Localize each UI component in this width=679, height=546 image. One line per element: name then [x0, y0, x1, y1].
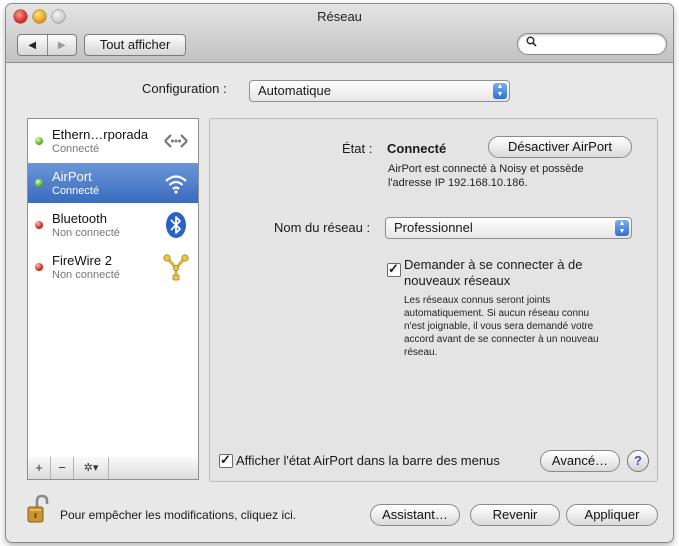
- configuration-value: Automatique: [258, 83, 331, 98]
- service-item-bluetooth[interactable]: Bluetooth Non connecté: [28, 205, 198, 245]
- forward-button[interactable]: ▶: [46, 35, 77, 55]
- disable-airport-button[interactable]: Désactiver AirPort: [488, 136, 632, 158]
- forward-arrow-icon: ▶: [57, 39, 66, 51]
- assistant-button[interactable]: Assistant…: [370, 504, 460, 526]
- network-name-value: Professionnel: [394, 220, 473, 235]
- service-status: Non connecté: [52, 227, 120, 239]
- service-item-ethernet[interactable]: Ethern…rporada Connecté: [28, 121, 198, 161]
- checkmark-icon: ✓: [220, 452, 231, 467]
- bluetooth-icon: [166, 212, 186, 238]
- window-title: Réseau: [317, 9, 362, 24]
- service-status: Connecté: [52, 185, 100, 197]
- status-dot-connected: [35, 137, 43, 145]
- service-name: FireWire 2: [52, 253, 112, 268]
- ask-join-checkbox[interactable]: ✓: [387, 261, 401, 277]
- help-button[interactable]: ?: [627, 450, 649, 472]
- action-gear-button[interactable]: ✲▾: [74, 457, 109, 479]
- show-menu-status-checkbox[interactable]: ✓: [219, 452, 233, 468]
- service-name: Ethern…rporada: [52, 127, 149, 142]
- network-preferences-window: Réseau ◀ ▶ Tout afficher Configuration :…: [6, 4, 673, 542]
- configuration-popup[interactable]: Automatique ▲ ▼: [249, 80, 510, 102]
- status-value: Connecté: [387, 141, 447, 156]
- popup-arrows-icon: ▲ ▼: [615, 220, 629, 236]
- configuration-label: Configuration :: [142, 81, 227, 96]
- service-name: Bluetooth: [52, 211, 107, 226]
- status-dot-connected: [35, 179, 43, 187]
- back-forward-control: ◀ ▶: [17, 34, 77, 56]
- service-list: Ethern…rporada Connecté AirPort Connecté…: [27, 118, 199, 458]
- revert-button[interactable]: Revenir: [470, 504, 560, 526]
- service-item-airport[interactable]: AirPort Connecté: [28, 163, 198, 203]
- title-bar: Réseau ◀ ▶ Tout afficher: [6, 4, 673, 63]
- show-menu-status-label[interactable]: Afficher l'état AirPort dans la barre de…: [236, 453, 500, 468]
- search-input[interactable]: [540, 36, 662, 53]
- status-description: AirPort est connecté à Noisy et possède …: [388, 163, 584, 189]
- network-name-label: Nom du réseau :: [274, 220, 371, 235]
- status-label: État :: [342, 141, 373, 156]
- show-all-button[interactable]: Tout afficher: [84, 34, 186, 56]
- remove-service-button[interactable]: −: [51, 457, 74, 479]
- unlocked-padlock-icon[interactable]: [26, 494, 50, 524]
- advanced-button[interactable]: Avancé…: [540, 450, 620, 472]
- service-name: AirPort: [52, 169, 92, 184]
- firewire-icon: [163, 254, 189, 281]
- ask-join-label[interactable]: Demander à se connecter à de nouveaux ré…: [404, 257, 583, 289]
- network-name-popup[interactable]: Professionnel ▲ ▼: [385, 217, 632, 239]
- wifi-icon: [165, 175, 187, 194]
- service-status: Non connecté: [52, 269, 120, 281]
- service-status: Connecté: [52, 143, 100, 155]
- popup-arrows-icon: ▲ ▼: [493, 83, 507, 99]
- ethernet-icon: [164, 134, 188, 148]
- checkmark-icon: ✓: [388, 261, 399, 276]
- status-dot-disconnected: [35, 263, 43, 271]
- service-item-firewire[interactable]: FireWire 2 Non connecté: [28, 247, 198, 287]
- service-list-toolbar: + − ✲▾: [27, 457, 199, 480]
- add-service-button[interactable]: +: [28, 457, 51, 479]
- apply-button[interactable]: Appliquer: [566, 504, 658, 526]
- status-dot-disconnected: [35, 221, 43, 229]
- ask-join-description: Les réseaux connus seront joints automat…: [404, 295, 599, 358]
- search-icon: [526, 36, 537, 50]
- lock-instruction-text[interactable]: Pour empêcher les modifications, cliquez…: [60, 508, 296, 522]
- back-button[interactable]: ◀: [18, 35, 47, 55]
- search-field[interactable]: [517, 33, 667, 55]
- back-arrow-icon: ◀: [28, 39, 37, 51]
